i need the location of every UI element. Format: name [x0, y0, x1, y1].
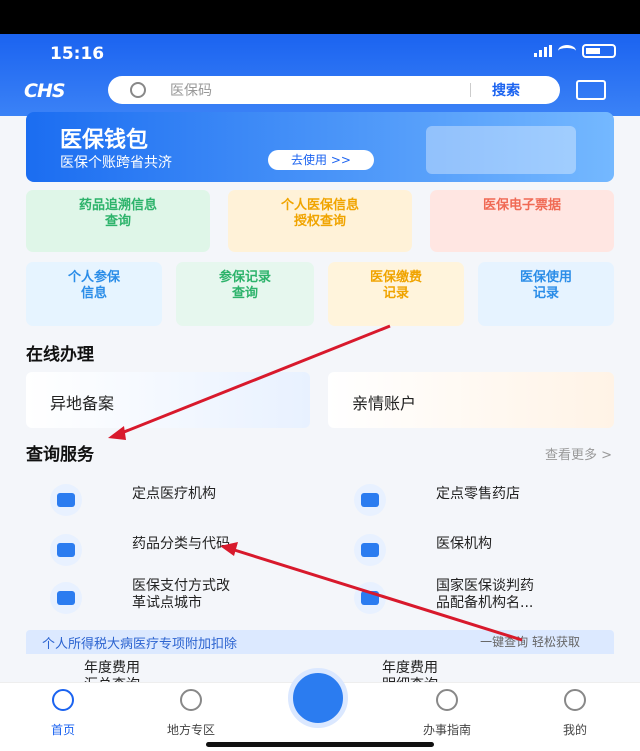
search-icon [130, 82, 146, 98]
search-button[interactable]: 搜索 [492, 80, 520, 100]
signal-icon [534, 45, 552, 57]
status-time: 15:16 [50, 44, 105, 64]
wallet-card-icon [426, 126, 576, 174]
arrow-head [108, 426, 126, 440]
service-label: 医保机构 [436, 536, 492, 552]
tab-mine[interactable]: 我的 [535, 721, 615, 738]
card-label: 医保缴费 记录 [369, 270, 422, 301]
e-invoice-card[interactable]: 医保电子票据 [430, 190, 614, 252]
card-label: 异地备案 [50, 394, 115, 413]
mail-icon[interactable] [576, 80, 606, 100]
guide-icon [436, 689, 458, 711]
tab-guide[interactable]: 办事指南 [407, 721, 487, 738]
second-card-grid: 个人参保 信息 参保记录 查询 医保缴费 记录 医保使用 记录 [26, 262, 614, 326]
status-icons [534, 44, 616, 58]
view-more-link[interactable]: 查看更多 > [545, 444, 612, 463]
search-bar[interactable]: 医保码 搜索 [108, 76, 560, 104]
hospital-icon [50, 484, 82, 516]
service-label: 定点零售药店 [436, 486, 520, 502]
banner-subtitle: 医保个账跨省共济 [60, 155, 172, 171]
service-payment-pilot[interactable]: 医保支付方式改 革试点城市 [50, 578, 310, 618]
divider [470, 83, 471, 97]
query-title: 查询服务 [26, 445, 94, 465]
service-label: 药品分类与代码 [132, 536, 230, 552]
service-insurance-org[interactable]: 医保机构 [354, 530, 614, 570]
card-label: 医保使用 记录 [519, 270, 572, 301]
service-negotiated-drugs[interactable]: 国家医保谈判药 品配备机构名... [354, 578, 614, 618]
service-medical-institution[interactable]: 定点医疗机构 [50, 480, 310, 520]
share-icon [354, 582, 386, 614]
pie-icon [50, 582, 82, 614]
mine-icon [564, 689, 586, 711]
wallet-banner[interactable]: 医保钱包 医保个账跨省共济 去使用 >> [26, 112, 614, 182]
top-black-bar [0, 0, 640, 34]
battery-icon [582, 44, 616, 58]
tax-deduction-bar[interactable]: 个人所得税大病医疗专项附加扣除 一键查询 轻松获取 [26, 630, 614, 654]
card-label: 亲情账户 [352, 394, 417, 413]
location-icon [180, 689, 202, 711]
banner-use-button[interactable]: 去使用 >> [268, 150, 374, 170]
tab-local[interactable]: 地方专区 [151, 721, 231, 738]
tab-home[interactable]: 首页 [23, 721, 103, 738]
card-label: 药品追溯信息 查询 [78, 198, 157, 229]
qr-center-button[interactable] [288, 668, 348, 728]
org-icon [354, 534, 386, 566]
service-drug-classification[interactable]: 药品分类与代码 [50, 530, 310, 570]
card-label: 个人医保信息 授权查询 [280, 198, 359, 229]
online-cards: 异地备案 亲情账户 [26, 372, 614, 428]
card-label: 医保电子票据 [482, 198, 561, 213]
header: 15:16 CHS 医保码 搜索 [0, 34, 640, 116]
chs-logo: CHS [24, 80, 66, 102]
service-label: 定点医疗机构 [132, 486, 216, 502]
wifi-icon [558, 45, 576, 57]
service-label: 医保支付方式改 革试点城市 [132, 578, 230, 611]
payment-record-card[interactable]: 医保缴费 记录 [328, 262, 464, 326]
banner-title: 医保钱包 [60, 128, 149, 153]
tax-right-text: 一键查询 轻松获取 [480, 635, 580, 649]
document-icon [50, 534, 82, 566]
search-input[interactable]: 医保码 [170, 80, 212, 100]
auth-query-card[interactable]: 个人医保信息 授权查询 [228, 190, 412, 252]
insurance-record-card[interactable]: 参保记录 查询 [176, 262, 314, 326]
tax-title: 个人所得税大病医疗专项附加扣除 [42, 637, 238, 652]
home-indicator [206, 742, 434, 747]
card-label: 参保记录 查询 [218, 270, 271, 301]
usage-record-card[interactable]: 医保使用 记录 [478, 262, 614, 326]
top-card-grid: 药品追溯信息 查询 个人医保信息 授权查询 医保电子票据 [26, 190, 614, 252]
drug-trace-card[interactable]: 药品追溯信息 查询 [26, 190, 210, 252]
family-account-card[interactable]: 亲情账户 [328, 372, 614, 428]
online-title: 在线办理 [26, 345, 94, 365]
service-pharmacy[interactable]: 定点零售药店 [354, 480, 614, 520]
personal-insurance-card[interactable]: 个人参保 信息 [26, 262, 162, 326]
home-icon [52, 689, 74, 711]
remote-filing-card[interactable]: 异地备案 [26, 372, 310, 428]
service-label: 国家医保谈判药 品配备机构名... [436, 578, 534, 611]
card-label: 个人参保 信息 [67, 270, 120, 301]
pill-icon [354, 484, 386, 516]
